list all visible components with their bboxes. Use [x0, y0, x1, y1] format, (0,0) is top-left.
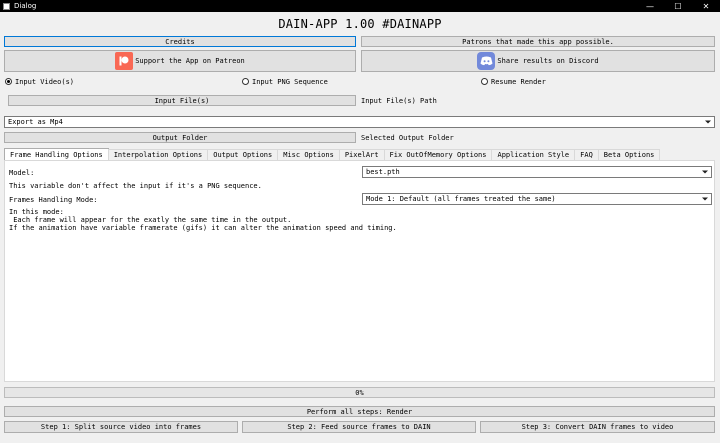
- radio-indicator: [242, 78, 249, 85]
- render-progress-bar: 0%: [4, 387, 715, 398]
- discord-button-label: Share results on Discord: [497, 57, 599, 65]
- model-value: best.pth: [366, 168, 400, 176]
- tab-beta-options[interactable]: Beta Options: [597, 149, 661, 160]
- export-format-select[interactable]: Export as Mp4: [4, 116, 715, 128]
- mode-description-line-2: Each frame will appear for the exatly th…: [9, 216, 292, 224]
- patreon-button[interactable]: Support the App on Patreon: [4, 50, 356, 72]
- patrons-button[interactable]: Patrons that made this app possible.: [361, 36, 715, 47]
- mode-description-line-3: If the animation have variable framerate…: [9, 224, 397, 232]
- step1-split-button[interactable]: Step 1: Split source video into frames: [4, 421, 238, 433]
- radio-label: Resume Render: [491, 77, 546, 86]
- radio-indicator: [5, 78, 12, 85]
- frames-mode-select[interactable]: Mode 1: Default (all frames treated the …: [362, 193, 712, 205]
- close-button[interactable]: ✕: [692, 0, 720, 12]
- patreon-button-label: Support the App on Patreon: [135, 57, 245, 65]
- discord-button[interactable]: Share results on Discord: [361, 50, 715, 72]
- frames-mode-label: Frames Handling Mode:: [9, 195, 98, 204]
- chevron-down-icon: [702, 170, 708, 174]
- frame-handling-panel: Model: best.pth This variable don't affe…: [4, 160, 715, 382]
- input-path-label: Input File(s) Path: [361, 96, 437, 105]
- export-format-value: Export as Mp4: [8, 118, 63, 126]
- window-titlebar: Dialog — ☐ ✕: [0, 0, 720, 12]
- tab-output-options[interactable]: Output Options: [207, 149, 279, 160]
- model-select[interactable]: best.pth: [362, 166, 712, 178]
- tab-interpolation[interactable]: Interpolation Options: [107, 149, 209, 160]
- radio-indicator: [481, 78, 488, 85]
- model-note: This variable don't affect the input if …: [9, 181, 262, 190]
- radio-resume-render[interactable]: Resume Render: [481, 77, 546, 86]
- tab-misc-options[interactable]: Misc Options: [277, 149, 340, 160]
- tab-frame-handling[interactable]: Frame Handling Options: [4, 148, 109, 160]
- radio-label: Input PNG Sequence: [252, 77, 328, 86]
- tab-pixelart[interactable]: PixelArt: [338, 149, 385, 160]
- credits-button[interactable]: Credits: [4, 36, 356, 47]
- progress-text: 0%: [355, 388, 364, 397]
- step2-feed-dain-button[interactable]: Step 2: Feed source frames to DAIN: [242, 421, 476, 433]
- patreon-icon: [115, 52, 134, 70]
- frames-mode-value: Mode 1: Default (all frames treated the …: [366, 195, 556, 203]
- chevron-down-icon: [705, 120, 711, 124]
- tab-fix-out-of-memory[interactable]: Fix OutOfMemory Options: [383, 149, 493, 160]
- radio-label: Input Video(s): [15, 77, 75, 86]
- mode-description-line-1: In this mode:: [9, 208, 64, 216]
- output-folder-button[interactable]: Output Folder: [4, 132, 356, 143]
- window-title: Dialog: [14, 2, 37, 10]
- radio-input-png-sequence[interactable]: Input PNG Sequence: [242, 77, 328, 86]
- input-files-button[interactable]: Input File(s): [8, 95, 356, 106]
- step3-convert-button[interactable]: Step 3: Convert DAIN frames to video: [480, 421, 715, 433]
- minimize-button[interactable]: —: [636, 0, 664, 12]
- perform-all-steps-button[interactable]: Perform all steps: Render: [4, 406, 715, 417]
- model-label: Model:: [9, 168, 35, 177]
- output-path-label: Selected Output Folder: [361, 133, 454, 142]
- chevron-down-icon: [702, 197, 708, 201]
- discord-icon: [477, 52, 496, 70]
- tab-faq[interactable]: FAQ: [574, 149, 599, 160]
- options-tabbar: Frame Handling Options Interpolation Opt…: [4, 148, 661, 160]
- app-title: DAIN-APP 1.00 #DAINAPP: [278, 17, 442, 31]
- radio-input-videos[interactable]: Input Video(s): [5, 77, 74, 86]
- maximize-button[interactable]: ☐: [664, 0, 692, 12]
- app-icon: [3, 2, 10, 10]
- tab-application-style[interactable]: Application Style: [491, 149, 576, 160]
